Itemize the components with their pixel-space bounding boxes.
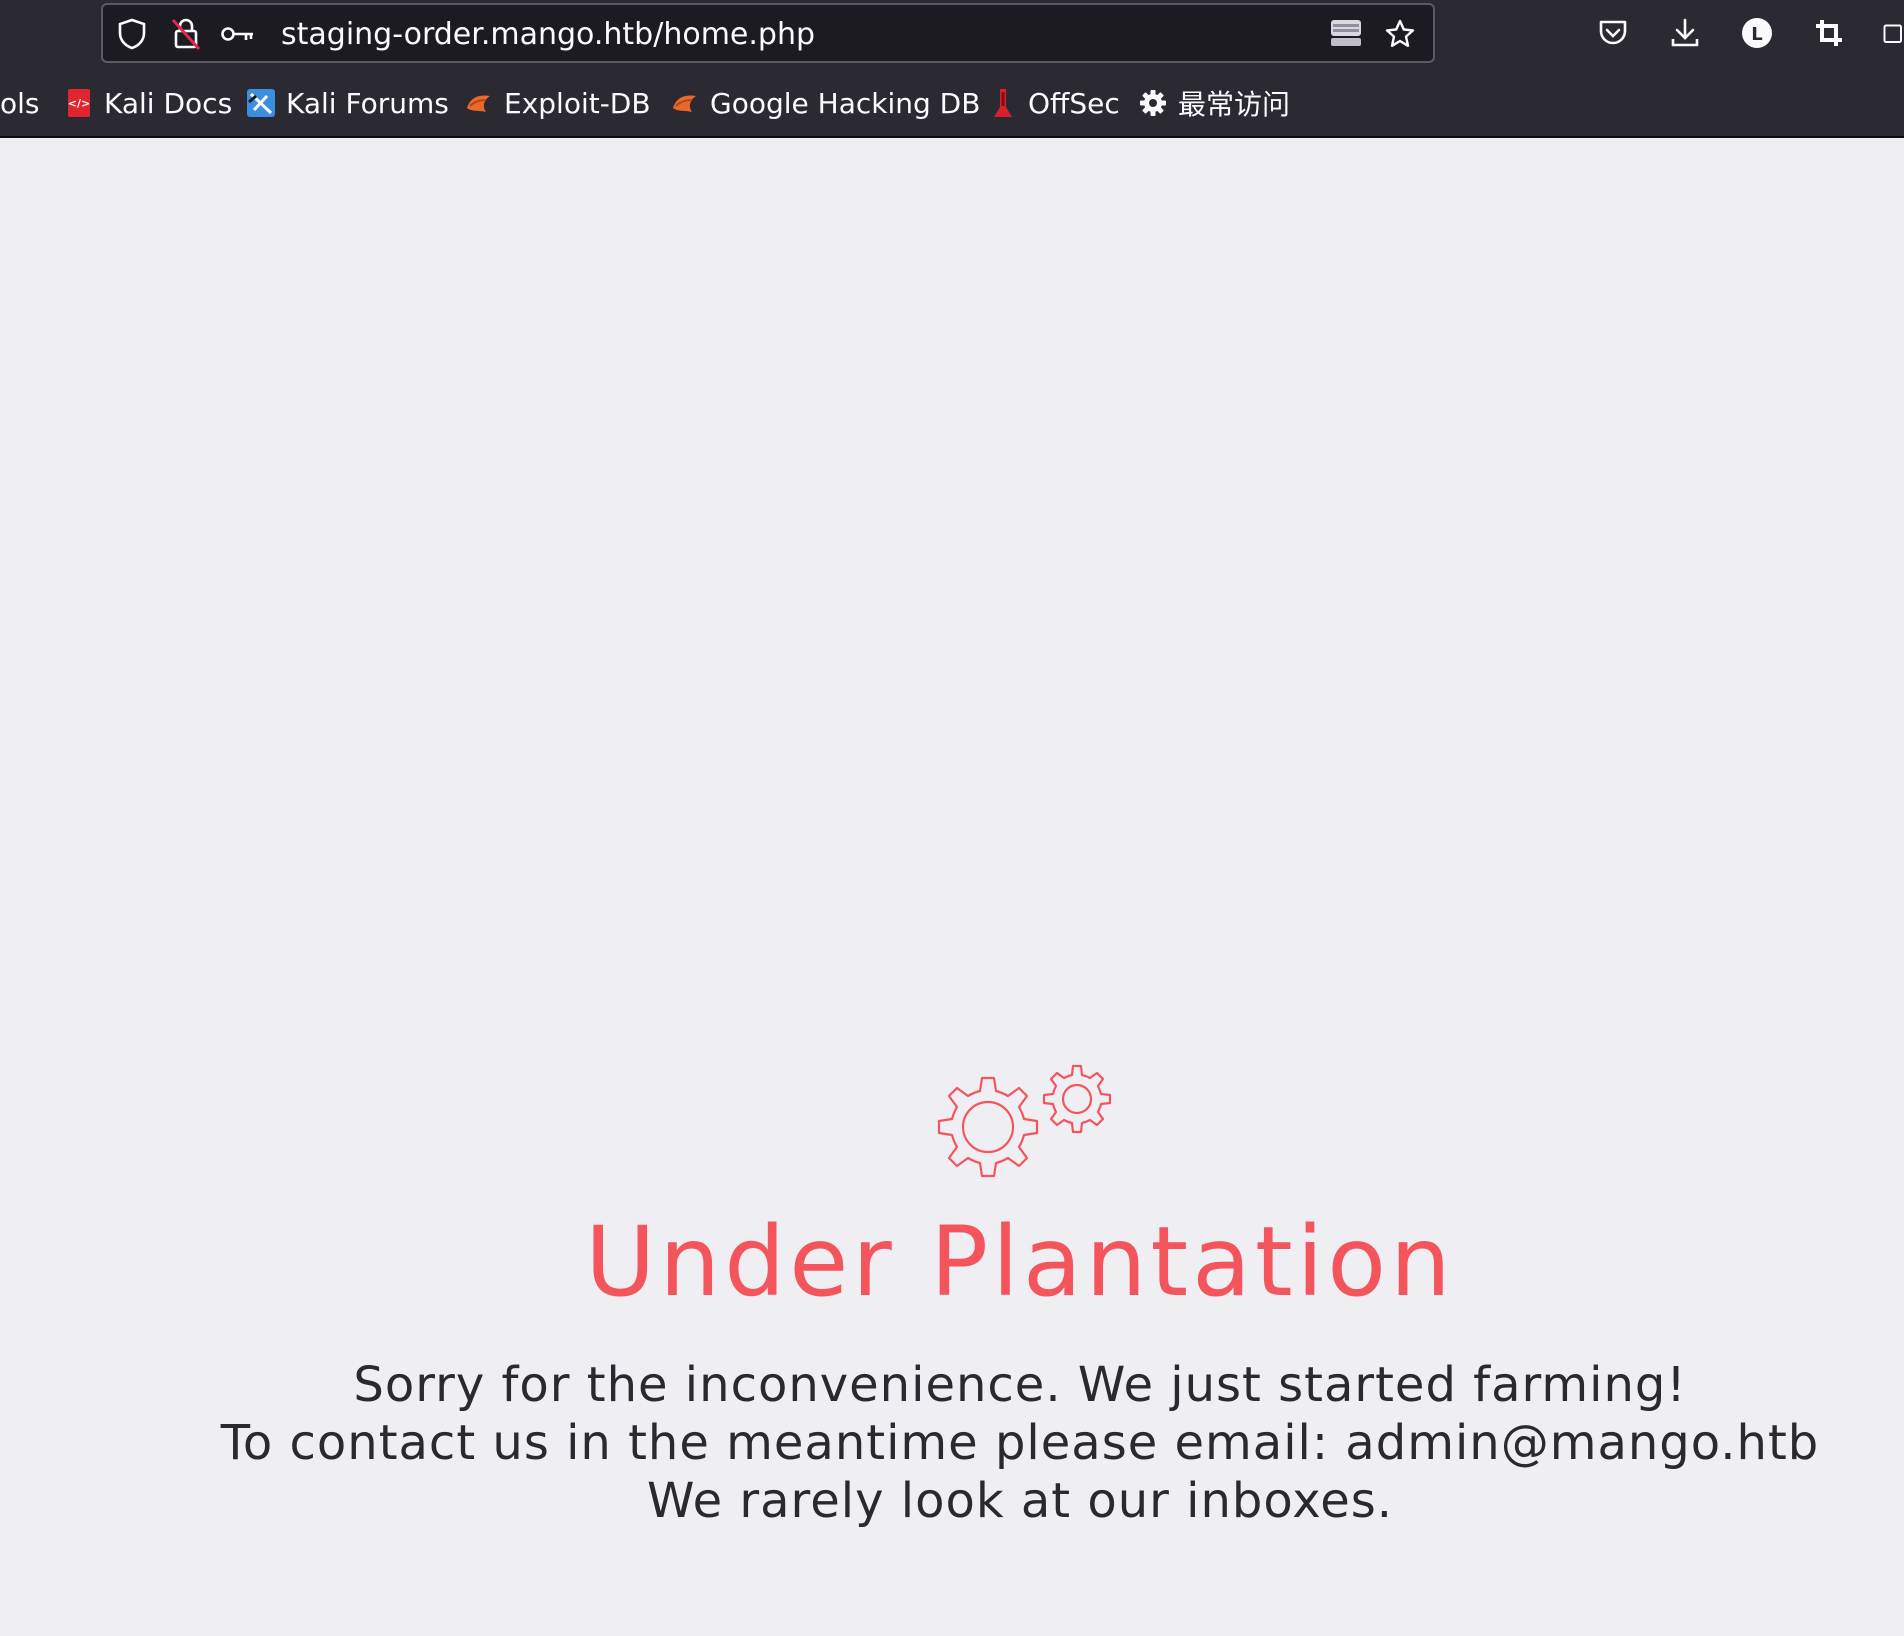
bookmark-tools[interactable]: ols xyxy=(0,70,40,136)
bookmark-star-icon[interactable] xyxy=(1383,17,1417,51)
account-icon[interactable]: L xyxy=(1738,14,1776,52)
bookmark-label: Exploit-DB xyxy=(504,86,651,120)
gear-icon xyxy=(1138,88,1168,118)
kali-forums-icon xyxy=(246,88,276,118)
message-line: We rarely look at our inboxes. xyxy=(646,1473,1394,1529)
bookmark-google-hacking-db[interactable]: Google Hacking DB xyxy=(670,70,980,136)
connection-not-secure-icon[interactable] xyxy=(169,17,203,51)
exploit-db-icon xyxy=(464,88,494,118)
page-message: Sorry for the inconvenience. We just sta… xyxy=(0,1356,1904,1530)
bookmark-label: 最常访问 xyxy=(1178,88,1291,121)
shield-icon[interactable] xyxy=(115,17,149,51)
bookmark-kali-forums[interactable]: Kali Forums xyxy=(246,70,449,136)
offsec-icon xyxy=(988,88,1018,118)
ghdb-icon xyxy=(670,88,700,118)
downloads-icon[interactable] xyxy=(1666,14,1704,52)
pocket-icon[interactable] xyxy=(1594,14,1632,52)
bookmarks-toolbar: ols </> Kali Docs Kali Forums Exploit-DB… xyxy=(0,70,1904,138)
url-text[interactable]: staging-order.mango.htb/home.php xyxy=(281,19,815,51)
svg-text:L: L xyxy=(1751,24,1762,45)
bookmark-label: Kali Docs xyxy=(104,86,233,120)
svg-text:</>: </> xyxy=(68,97,90,110)
key-icon[interactable] xyxy=(221,17,255,51)
extension-icon[interactable] xyxy=(1880,14,1904,52)
crop-extension-icon[interactable] xyxy=(1810,14,1848,52)
bookmark-most-visited[interactable]: 最常访问 xyxy=(1138,70,1290,136)
bookmark-offsec[interactable]: OffSec xyxy=(988,70,1120,136)
browser-toolbar: staging-order.mango.htb/home.php L xyxy=(0,0,1904,70)
kali-docs-icon: </> xyxy=(64,88,94,118)
reader-view-icon[interactable] xyxy=(1329,17,1363,51)
bookmark-label: Google Hacking DB xyxy=(710,86,981,120)
bookmark-kali-docs[interactable]: </> Kali Docs xyxy=(64,70,232,136)
bookmark-exploit-db[interactable]: Exploit-DB xyxy=(464,70,651,136)
message-line-contact: To contact us in the meantime please ema… xyxy=(220,1415,1820,1471)
message-line: Sorry for the inconvenience. We just sta… xyxy=(353,1357,1687,1413)
address-bar[interactable]: staging-order.mango.htb/home.php xyxy=(101,3,1435,63)
bookmark-label: Kali Forums xyxy=(286,86,449,120)
gears-icon xyxy=(918,1064,1128,1206)
bookmark-label: ols xyxy=(0,86,40,120)
page-title: Under Plantation xyxy=(585,1206,1455,1318)
bookmark-label: OffSec xyxy=(1028,86,1120,120)
